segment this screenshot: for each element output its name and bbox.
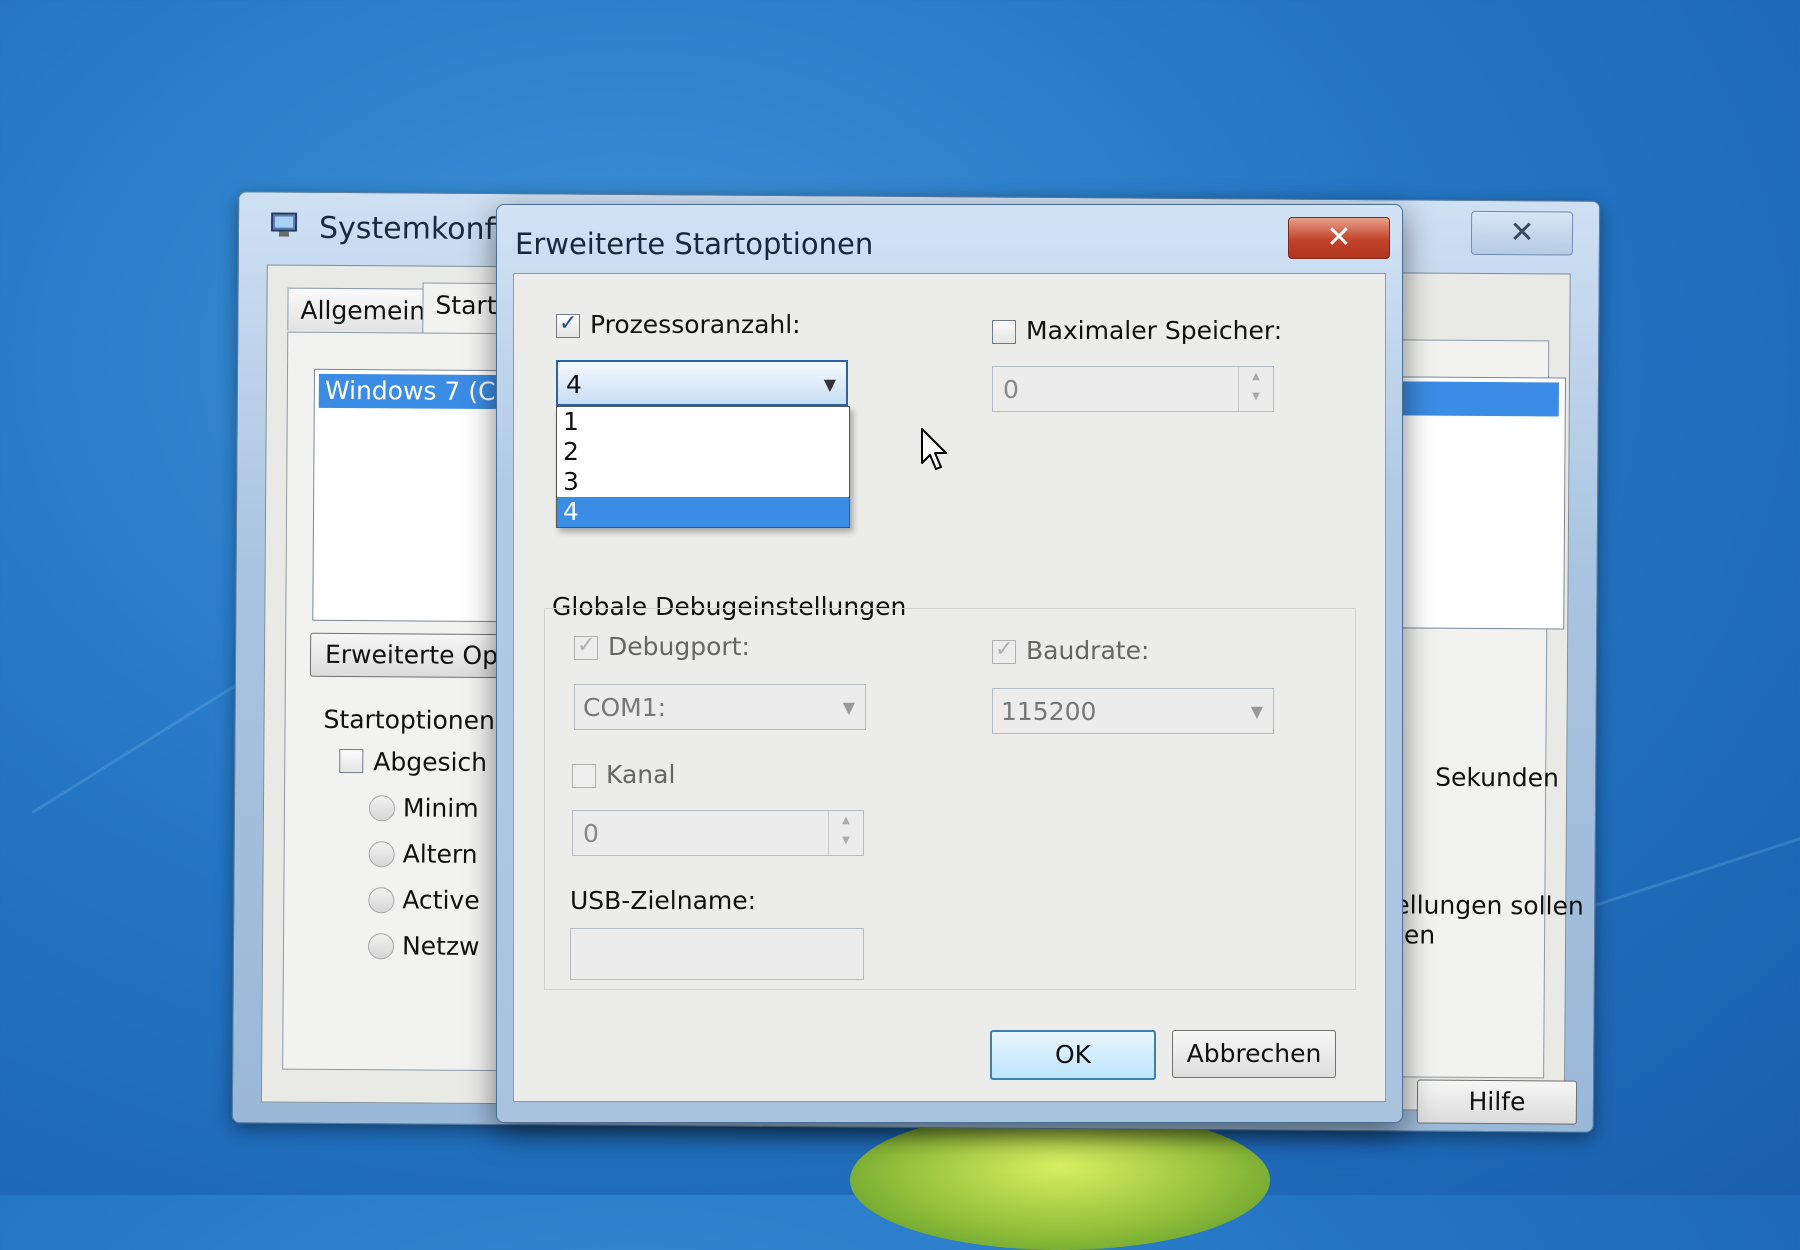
processor-count-checkbox[interactable] [556,314,580,338]
dropdown-arrow-icon: ▼ [843,685,855,731]
dropdown-option[interactable]: 1 [557,407,849,437]
radio-minimal[interactable] [369,795,395,821]
spin-arrows-icon[interactable]: ▲▼ [828,811,863,855]
desktop-wallpaper-logo [850,1110,1270,1250]
dialog-title: Erweiterte Startoptionen [515,227,873,261]
debugport-label: Debugport: [608,632,750,661]
app-icon [269,210,301,240]
usb-target-field[interactable] [570,928,864,980]
radio-label: Altern [403,839,478,869]
debugport-select[interactable]: COM1: ▼ [574,684,866,730]
baudrate-select[interactable]: 115200 ▼ [992,688,1274,734]
advanced-boot-options-dialog: Erweiterte Startoptionen ✕ Prozessoranza… [496,204,1403,1123]
baudrate-label: Baudrate: [1026,636,1149,665]
mouse-cursor-icon [920,427,950,473]
baudrate-value: 115200 [1001,697,1096,726]
max-memory-value: 0 [1003,375,1019,404]
safe-boot-checkbox[interactable] [339,749,363,773]
radio-active-directory[interactable] [368,887,394,913]
channel-value: 0 [583,819,599,848]
tab-general[interactable]: Allgemein [287,288,438,332]
dropdown-option[interactable]: 3 [557,467,849,497]
advanced-options-button[interactable]: Erweiterte Op [310,633,513,678]
max-memory-checkbox[interactable] [992,320,1016,344]
boot-options-label: Startoptionen [323,705,495,735]
processor-count-dropdown: 1 2 3 4 [556,406,850,528]
dropdown-arrow-icon: ▼ [824,362,836,408]
dropdown-arrow-icon: ▼ [1251,689,1263,735]
radio-label: Minim [403,793,479,823]
spin-arrows-icon[interactable]: ▲▼ [1238,367,1273,411]
radio-label: Active [402,885,480,915]
desktop-streak [1587,814,1800,910]
channel-spinner[interactable]: 0 ▲▼ [572,810,864,856]
close-icon[interactable]: ✕ [1471,211,1573,256]
channel-label: Kanal [606,760,675,789]
radio-network[interactable] [368,933,394,959]
radio-alternate[interactable] [369,841,395,867]
dialog-client: Prozessoranzahl: 4 ▼ 1 2 3 4 Maximaler S… [513,273,1386,1102]
baudrate-checkbox[interactable] [992,640,1016,664]
processor-count-label: Prozessoranzahl: [590,310,801,339]
processor-count-select[interactable]: 4 ▼ [556,360,848,406]
ok-button[interactable]: OK [990,1030,1156,1080]
safe-boot-label: Abgesich [373,747,487,777]
debugport-checkbox[interactable] [574,636,598,660]
close-icon[interactable]: ✕ [1288,217,1390,259]
usb-target-label: USB-Zielname: [570,886,756,915]
cancel-button[interactable]: Abbrechen [1172,1030,1336,1078]
settings-note: ellungen sollen [1394,890,1584,920]
radio-label: Netzw [402,931,480,961]
max-memory-spinner[interactable]: 0 ▲▼ [992,366,1274,412]
seconds-label: Sekunden [1435,763,1559,793]
debugport-value: COM1: [583,693,666,722]
window-title: Systemkonfig [319,211,523,247]
dropdown-option-selected[interactable]: 4 [557,497,849,527]
max-memory-label: Maximaler Speicher: [1026,316,1282,345]
help-button[interactable]: Hilfe [1417,1080,1577,1125]
processor-count-value: 4 [566,370,582,399]
channel-checkbox[interactable] [572,764,596,788]
dropdown-option[interactable]: 2 [557,437,849,467]
